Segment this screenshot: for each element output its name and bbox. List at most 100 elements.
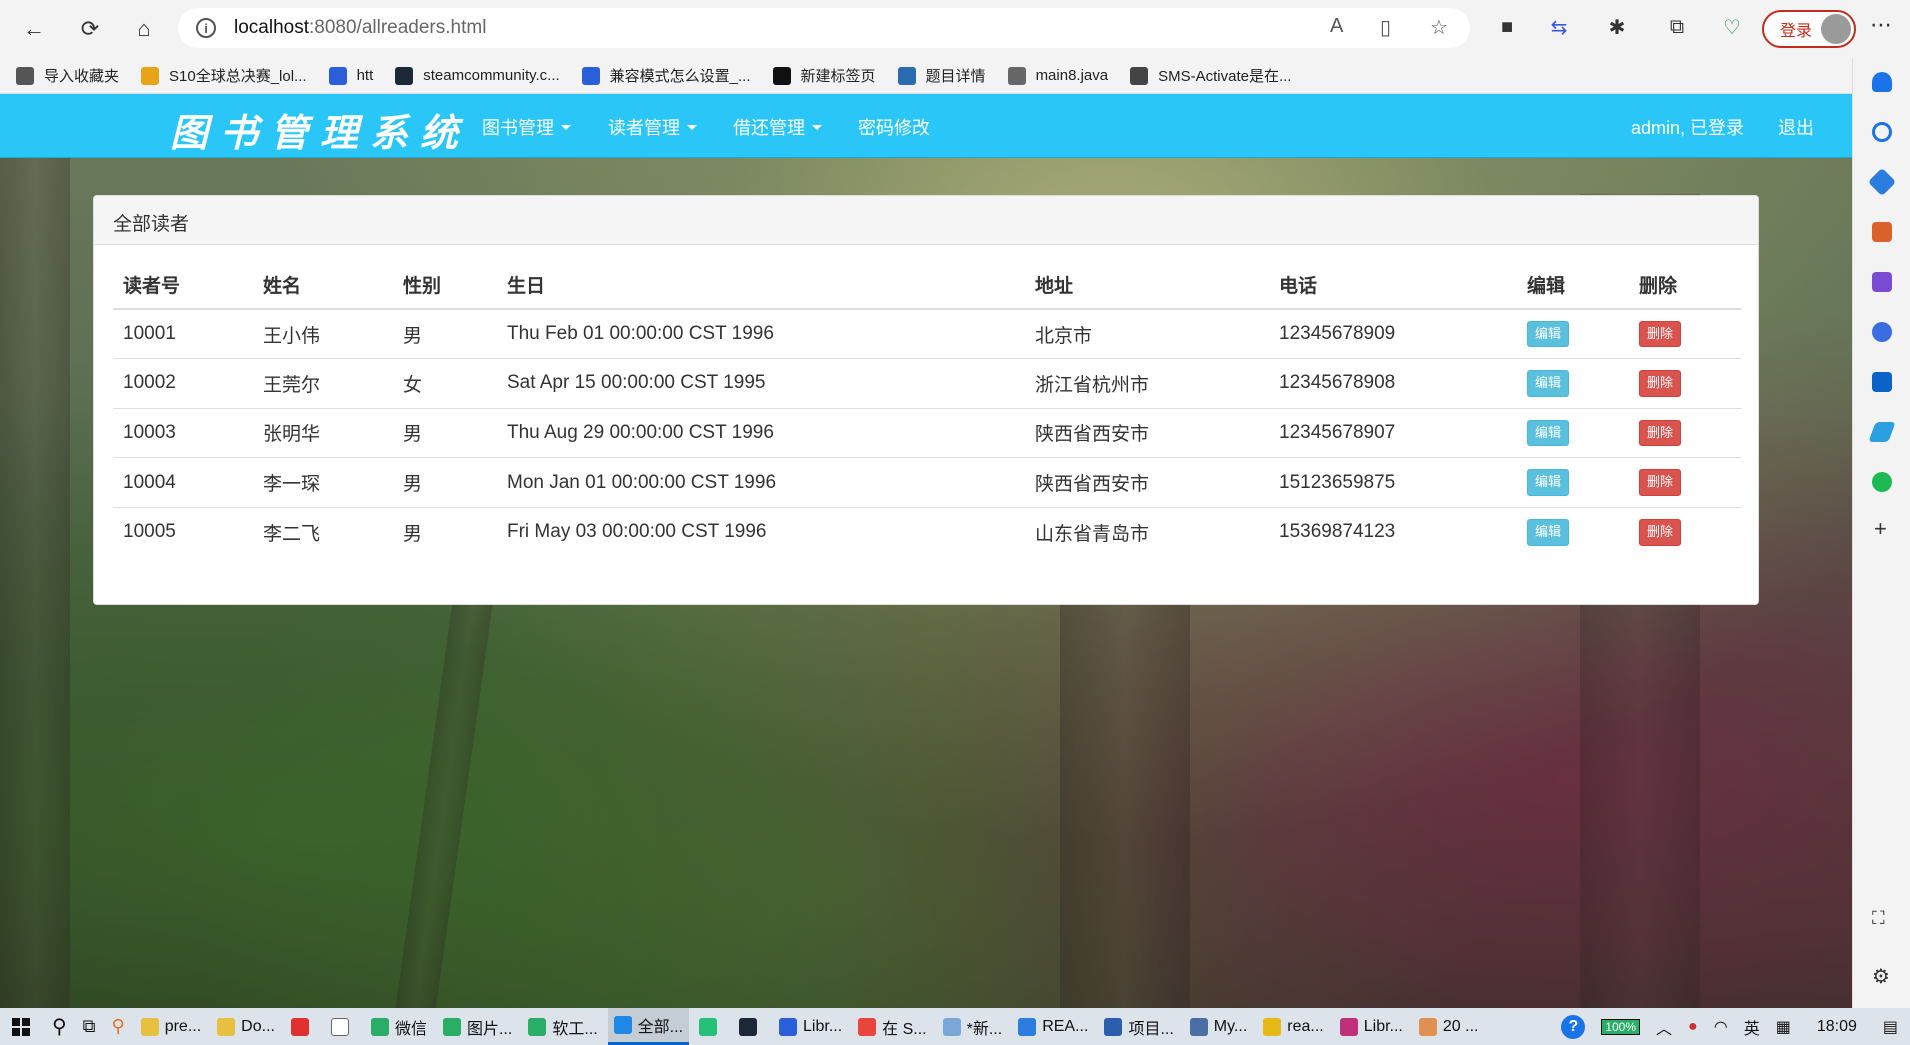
back-icon[interactable]: ← <box>16 11 52 47</box>
bookmark-item[interactable]: 导入收藏夹 <box>16 65 119 86</box>
help-icon[interactable]: ? <box>1561 1014 1586 1039</box>
info-icon[interactable]: i <box>196 18 216 38</box>
cell-edit: 编辑 <box>1517 309 1629 359</box>
taskbar-app[interactable]: 项目... <box>1098 1008 1179 1045</box>
taskbar-app[interactable]: Do... <box>211 1008 281 1045</box>
ime-indicator[interactable]: 英 <box>1744 1015 1760 1039</box>
edit-button[interactable]: 编辑 <box>1527 320 1570 348</box>
bookmark-label: SMS-Activate是在... <box>1158 68 1292 85</box>
bookmark-item[interactable]: SMS-Activate是在... <box>1130 65 1291 86</box>
settings-gear-icon[interactable]: ⚙ <box>1872 964 1890 989</box>
delete-button[interactable]: 删除 <box>1639 320 1682 348</box>
browser-essentials-icon[interactable]: ♡ <box>1718 13 1746 41</box>
delete-button[interactable]: 删除 <box>1639 469 1682 497</box>
search-app-icon[interactable]: ⚲ <box>106 1008 131 1045</box>
cell-delete: 删除 <box>1629 309 1741 359</box>
taskbar-app[interactable]: Libr... <box>773 1008 848 1045</box>
taskbar-app-icon <box>1018 1017 1037 1036</box>
menu-change-password[interactable]: 密码修改 <box>858 114 930 140</box>
menu-borrow-management[interactable]: 借还管理 <box>733 114 822 140</box>
bookmark-item[interactable]: 题目详情 <box>897 65 986 86</box>
taskbar-app-label: 20 ... <box>1442 1017 1479 1035</box>
task-view-icon[interactable]: ⧉ <box>77 1008 102 1045</box>
delete-button[interactable]: 删除 <box>1639 369 1682 397</box>
read-aloud-icon[interactable]: A <box>1330 15 1343 38</box>
chevron-up-icon[interactable]: ︿ <box>1656 1015 1672 1039</box>
search-icon[interactable] <box>1872 122 1892 142</box>
bookmark-item[interactable]: htt <box>328 66 373 85</box>
user-status[interactable]: admin, 已登录 <box>1631 114 1744 140</box>
bookmark-item[interactable]: main8.java <box>1007 66 1108 85</box>
edit-button[interactable]: 编辑 <box>1527 518 1570 546</box>
extensions-puzzle-icon[interactable]: ✱ <box>1603 13 1631 41</box>
split-screen-icon[interactable]: ▯ <box>1380 15 1391 40</box>
clock[interactable]: 18:09 <box>1817 1018 1857 1036</box>
notification-bell-icon[interactable] <box>1872 72 1892 92</box>
tray-app-icon[interactable]: ● <box>1688 1018 1698 1036</box>
taskbar-app[interactable]: pre... <box>135 1008 207 1045</box>
logout-link[interactable]: 退出 <box>1778 114 1814 140</box>
screenshot-icon[interactable]: ⛶ <box>1872 908 1885 929</box>
bookmark-item[interactable]: 兼容模式怎么设置_... <box>581 65 751 86</box>
edit-button[interactable]: 编辑 <box>1527 469 1570 497</box>
more-menu-icon[interactable]: ⋯ <box>1870 12 1892 38</box>
taskbar-app[interactable]: 20 ... <box>1413 1008 1485 1045</box>
collections-icon[interactable]: ⧉ <box>1663 13 1691 41</box>
edit-button[interactable]: 编辑 <box>1527 419 1570 447</box>
delete-button[interactable]: 删除 <box>1639 419 1682 447</box>
spotify-icon[interactable] <box>1872 472 1892 492</box>
refresh-icon[interactable]: ⟳ <box>72 11 108 47</box>
cell-edit: 编辑 <box>1517 506 1629 557</box>
taskbar-app-label: 图片... <box>466 1020 513 1038</box>
menu-reader-management[interactable]: 读者管理 <box>608 114 697 140</box>
taskbar-app[interactable]: 微信 <box>365 1008 433 1045</box>
notification-center-icon[interactable]: ▤ <box>1883 1017 1898 1037</box>
taskbar-app[interactable]: REA... <box>1012 1008 1094 1045</box>
taskbar-app[interactable]: 在 S... <box>852 1008 932 1045</box>
start-windows-icon[interactable] <box>0 1008 42 1045</box>
wifi-icon[interactable]: ◠ <box>1714 1017 1728 1037</box>
taskbar-app-icon <box>942 1017 961 1036</box>
send-icon[interactable] <box>1868 422 1896 442</box>
favorite-star-icon[interactable]: ☆ <box>1430 15 1448 40</box>
taskbar-app[interactable]: *新... <box>937 1008 1009 1045</box>
extension-icon[interactable]: ■ <box>1493 13 1521 41</box>
taskbar-app-icon <box>1339 1017 1358 1036</box>
cell-name: 王莞尔 <box>253 358 393 409</box>
home-icon[interactable]: ⌂ <box>126 11 162 47</box>
microsoft365-icon[interactable] <box>1872 322 1892 342</box>
ime-grid-icon[interactable]: ▦ <box>1776 1017 1791 1037</box>
bookmark-item[interactable]: 新建标签页 <box>772 65 876 86</box>
taskbar-app[interactable] <box>325 1008 361 1045</box>
taskbar-app[interactable]: 全部... <box>607 1008 690 1045</box>
add-icon[interactable]: + <box>1874 516 1887 542</box>
taskbar-app[interactable]: 图片... <box>437 1008 518 1045</box>
taskbar-app-label: 项目... <box>1128 1020 1174 1038</box>
app-brand[interactable]: 图书管理系统 <box>170 102 470 157</box>
edit-button[interactable]: 编辑 <box>1527 369 1570 397</box>
profile-login-button[interactable]: 登录 <box>1762 10 1856 48</box>
table-row: 10001 王小伟 男 Thu Feb 01 00:00:00 CST 1996 北京市… <box>113 309 1741 359</box>
cell-birthday: Thu Aug 29 00:00:00 CST 1996 <box>497 407 1025 458</box>
bookmark-item[interactable]: S10全球总决赛_lol... <box>141 65 307 86</box>
taskbar-app[interactable]: Libr... <box>1334 1008 1409 1045</box>
tools-briefcase-icon[interactable] <box>1872 222 1892 242</box>
menu-book-management[interactable]: 图书管理 <box>482 114 571 140</box>
bookmark-item[interactable]: steamcommunity.c... <box>395 66 560 85</box>
outlook-icon[interactable] <box>1872 372 1892 392</box>
taskbar-search-icon[interactable]: ⚲ <box>46 1008 73 1045</box>
taskbar-app[interactable] <box>285 1008 321 1045</box>
extension-icon[interactable]: ⇆ <box>1545 13 1573 41</box>
taskbar-app[interactable]: My... <box>1184 1008 1253 1045</box>
games-icon[interactable] <box>1872 272 1892 292</box>
taskbar-app[interactable] <box>693 1008 729 1045</box>
battery-indicator[interactable]: 100% <box>1601 1018 1641 1035</box>
taskbar-app-label: 全部... <box>637 1019 684 1036</box>
address-bar[interactable]: i localhost:8080/allreaders.html <box>178 8 1470 48</box>
taskbar-app[interactable]: rea... <box>1257 1008 1329 1045</box>
taskbar-app[interactable]: 软工... <box>522 1008 603 1045</box>
bookmark-label: steamcommunity.c... <box>423 67 560 84</box>
taskbar-app[interactable] <box>733 1008 769 1045</box>
delete-button[interactable]: 删除 <box>1639 518 1682 546</box>
shopping-tag-icon[interactable] <box>1867 167 1897 197</box>
